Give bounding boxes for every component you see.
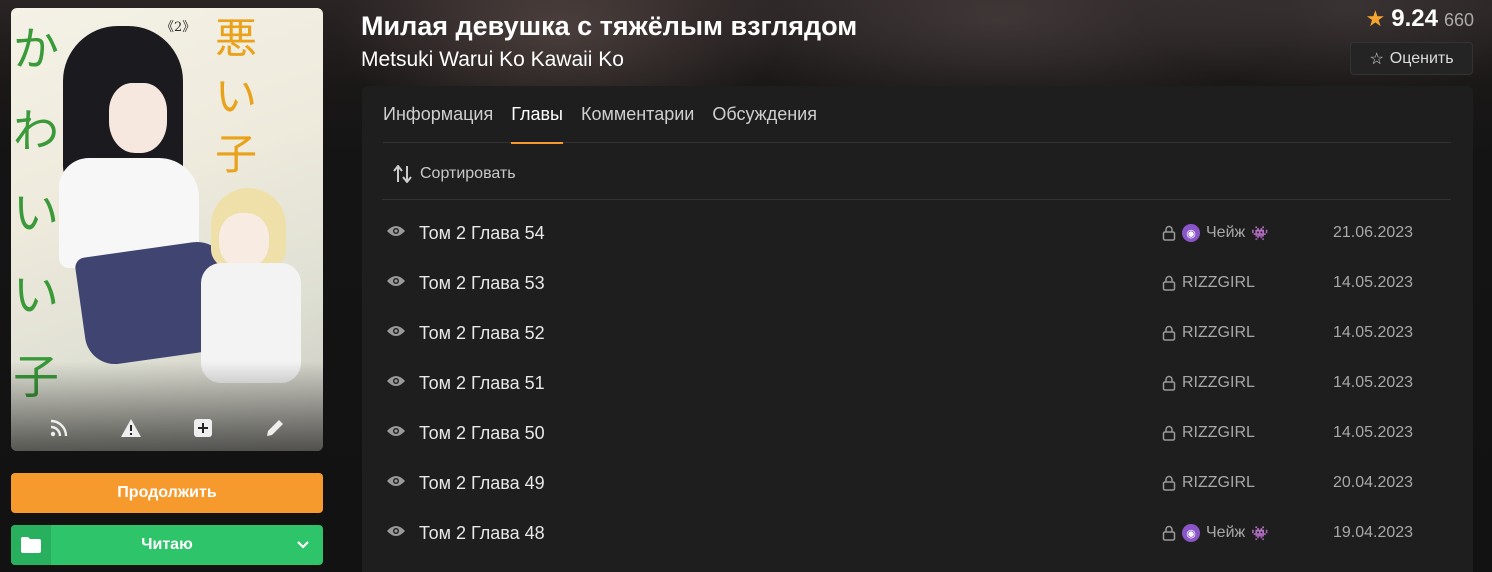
star-icon: ★ (1365, 6, 1386, 31)
chapter-date: 14.05.2023 (1333, 324, 1414, 341)
lock-icon (1162, 375, 1176, 391)
continue-reading-button[interactable]: Продолжить (11, 473, 323, 513)
chapter-name[interactable]: Том 2 Глава 49 (419, 473, 545, 494)
chapter-uploader-group: RIZZGIRL (1162, 424, 1255, 442)
rating-count: 660 (1443, 10, 1474, 30)
invader-emoji-icon: 👾 (1251, 224, 1269, 241)
chapter-row[interactable]: Том 2 Глава 48 ◉ Чейж 👾 19.04.2023 (382, 508, 1451, 558)
rss-icon[interactable] (46, 415, 72, 441)
continue-label: Продолжить (117, 484, 217, 501)
tab-chapters[interactable]: Главы (511, 98, 563, 144)
chevron-down-icon[interactable] (283, 541, 323, 549)
cover-volume: 《2》 (161, 20, 196, 35)
chapter-uploader[interactable]: RIZZGIRL (1182, 324, 1255, 342)
chapter-row[interactable]: Том 2 Глава 51 RIZZGIRL 14.05.2023 (382, 358, 1451, 408)
eye-icon (386, 324, 406, 342)
eye-icon (386, 274, 406, 292)
chapter-name[interactable]: Том 2 Глава 51 (419, 373, 545, 394)
chapter-date: 14.05.2023 (1333, 424, 1414, 441)
ninja-emoji-icon: ◉ (1182, 524, 1200, 542)
invader-emoji-icon: 👾 (1251, 524, 1269, 541)
chapter-date: 21.06.2023 (1333, 224, 1414, 241)
chapter-name[interactable]: Том 2 Глава 53 (419, 273, 545, 294)
chapter-uploader[interactable]: RIZZGIRL (1182, 424, 1255, 442)
lock-icon (1162, 225, 1176, 241)
chapter-name[interactable]: Том 2 Глава 52 (419, 323, 545, 344)
eye-icon (386, 224, 406, 242)
chapter-date: 14.05.2023 (1333, 274, 1414, 291)
divider (382, 199, 1451, 200)
reading-status-button[interactable]: Читаю (11, 525, 323, 565)
lock-icon (1162, 325, 1176, 341)
chapter-name[interactable]: Том 2 Глава 54 (419, 223, 545, 244)
eye-icon (386, 424, 406, 442)
content-panel: Информация Главы Комментарии Обсуждения … (362, 86, 1473, 572)
tab-comments[interactable]: Комментарии (581, 98, 694, 143)
chapter-uploader[interactable]: RIZZGIRL (1182, 474, 1255, 492)
chapter-uploader[interactable]: Чейж (1206, 524, 1245, 542)
lock-icon (1162, 275, 1176, 291)
lock-icon (1162, 425, 1176, 441)
rating-display: ★ 9.24 660 (1366, 5, 1475, 33)
tab-discussions[interactable]: Обсуждения (712, 98, 817, 143)
chapter-row[interactable]: Том 2 Глава 52 RIZZGIRL 14.05.2023 (382, 308, 1451, 358)
manga-cover[interactable]: かわいい子 悪い子 《2》 (11, 8, 323, 451)
add-icon[interactable] (190, 415, 216, 441)
chapter-row[interactable]: Том 2 Глава 49 RIZZGIRL 20.04.2023 (382, 458, 1451, 508)
eye-icon (386, 524, 406, 542)
sort-button[interactable]: Сортировать (392, 163, 516, 185)
chapter-date: 20.04.2023 (1333, 474, 1414, 491)
sort-label: Сортировать (420, 165, 516, 182)
sort-icon (393, 165, 412, 183)
chapter-date: 19.04.2023 (1333, 524, 1414, 541)
chapter-list: Том 2 Глава 54 ◉ Чейж 👾 21.06.2023 Том 2 Глав… (382, 208, 1451, 558)
chapter-row[interactable]: Том 2 Глава 53 RIZZGIRL 14.05.2023 (382, 258, 1451, 308)
eye-icon (386, 474, 406, 492)
folder-icon (11, 525, 51, 565)
chapter-uploader[interactable]: RIZZGIRL (1182, 274, 1255, 292)
reading-status-label: Читаю (141, 536, 193, 553)
chapter-uploader-group: RIZZGIRL (1162, 374, 1255, 392)
chapter-name[interactable]: Том 2 Глава 50 (419, 423, 545, 444)
chapter-uploader-group: RIZZGIRL (1162, 324, 1255, 342)
lock-icon (1162, 525, 1176, 541)
chapter-name[interactable]: Том 2 Глава 48 (419, 523, 545, 544)
chapter-row[interactable]: Том 2 Глава 54 ◉ Чейж 👾 21.06.2023 (382, 208, 1451, 258)
chapter-date: 14.05.2023 (1333, 374, 1414, 391)
rate-button[interactable]: ☆ Оценить (1350, 42, 1473, 75)
chapter-uploader-group: ◉ Чейж 👾 (1162, 224, 1269, 242)
lock-icon (1162, 475, 1176, 491)
cover-logo-kana: かわいい子 (13, 22, 59, 404)
edit-icon[interactable] (262, 415, 288, 441)
chapter-uploader[interactable]: Чейж (1206, 224, 1245, 242)
chapter-row[interactable]: Том 2 Глава 50 RIZZGIRL 14.05.2023 (382, 408, 1451, 458)
tab-bar: Информация Главы Комментарии Обсуждения (383, 98, 1451, 144)
page-title: Милая девушка с тяжёлым взглядом (361, 11, 858, 41)
rate-label: Оценить (1389, 49, 1454, 67)
cover-logo-kana: 悪い子 (214, 14, 257, 179)
cover-actions (11, 408, 323, 448)
chapter-uploader-group: RIZZGIRL (1162, 474, 1255, 492)
ninja-emoji-icon: ◉ (1182, 224, 1200, 242)
chapter-uploader-group: RIZZGIRL (1162, 274, 1255, 292)
chapter-uploader-group: ◉ Чейж 👾 (1162, 524, 1269, 542)
alt-title: Metsuki Warui Ko Kawaii Ko (361, 48, 624, 71)
report-icon[interactable] (118, 415, 144, 441)
eye-icon (386, 374, 406, 392)
tab-information[interactable]: Информация (383, 98, 493, 143)
rating-score: 9.24 (1391, 5, 1438, 32)
star-outline-icon: ☆ (1369, 50, 1384, 68)
chapter-uploader[interactable]: RIZZGIRL (1182, 374, 1255, 392)
